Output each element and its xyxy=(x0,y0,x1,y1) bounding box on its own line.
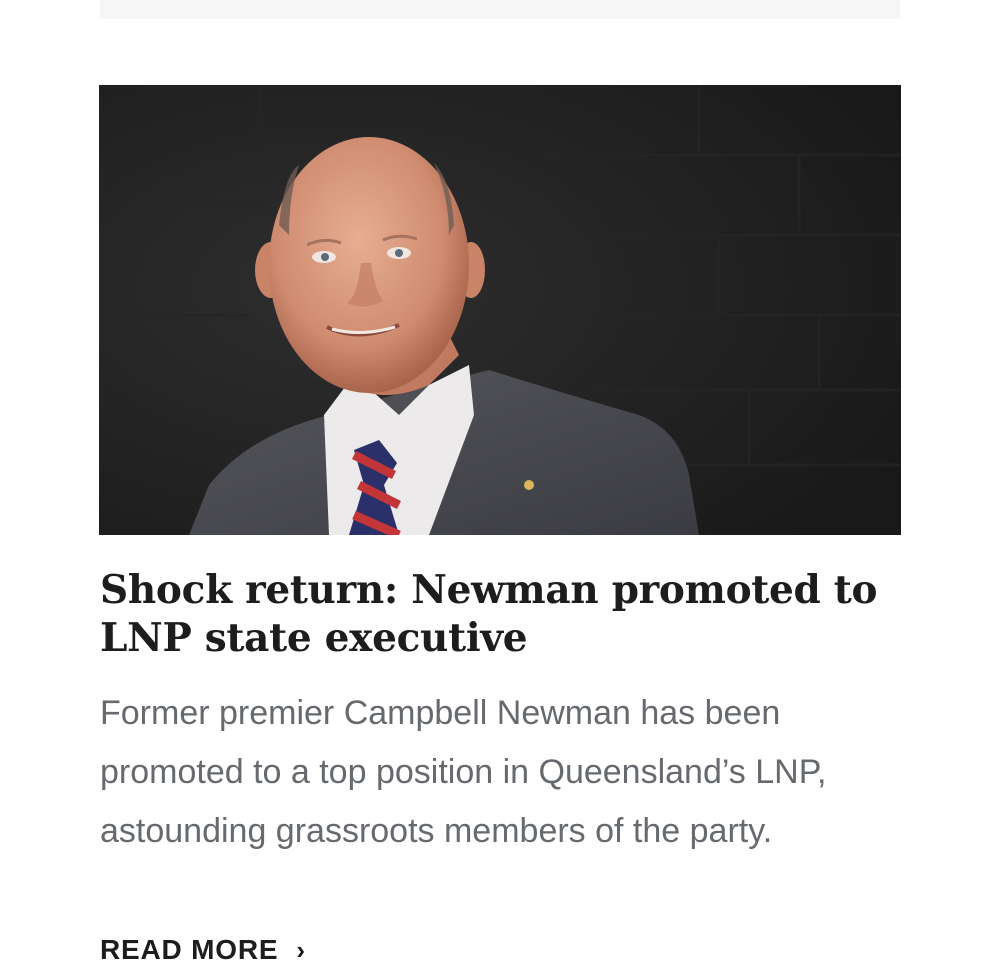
chevron-right-icon: › xyxy=(296,934,306,965)
article-summary: Former premier Campbell Newman has been … xyxy=(100,694,827,850)
article-image[interactable] xyxy=(99,85,901,535)
read-more-link[interactable]: READ MORE › xyxy=(100,934,306,966)
portrait-photo xyxy=(99,85,901,535)
read-more-label: READ MORE xyxy=(100,934,279,965)
previous-card-edge xyxy=(100,0,900,19)
article-headline[interactable]: Shock return: Newman promoted to LNP sta… xyxy=(100,566,920,662)
